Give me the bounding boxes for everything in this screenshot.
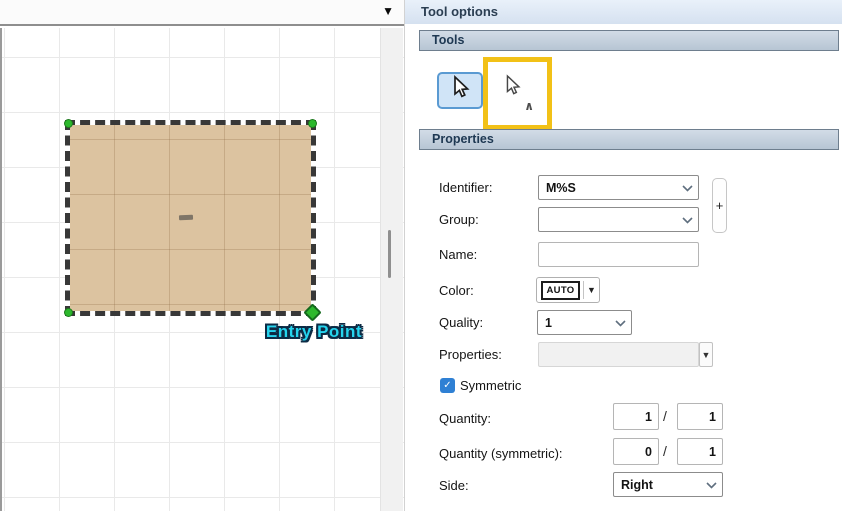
- canvas-toolbar: ▼: [0, 0, 404, 26]
- color-picker-button[interactable]: AUTO ▼: [536, 277, 600, 303]
- add-identifier-button[interactable]: +: [712, 178, 727, 233]
- color-auto-swatch: AUTO: [541, 281, 580, 300]
- chevron-down-icon: [682, 181, 693, 195]
- tutorial-highlight-box: ∧: [483, 57, 552, 130]
- quantity-label: Quantity:: [439, 411, 491, 426]
- color-label: Color:: [439, 283, 474, 298]
- quality-dropdown[interactable]: 1: [537, 310, 632, 335]
- grid-canvas[interactable]: Entry Point: [0, 28, 404, 511]
- chevron-down-icon: [615, 316, 626, 330]
- quantity-symmetric-current-input[interactable]: [613, 438, 659, 465]
- properties-dropdown-button[interactable]: ▼: [699, 342, 713, 367]
- panel-title: Tool options: [405, 0, 842, 24]
- quality-value: 1: [545, 316, 552, 330]
- dropdown-arrow-icon[interactable]: ▼: [382, 4, 394, 18]
- caret-glyph: ∧: [524, 99, 534, 113]
- tools-section-header[interactable]: Tools: [419, 30, 839, 51]
- quantity-separator: /: [663, 408, 667, 424]
- cursor-icon: [449, 75, 471, 106]
- cursor-caret-icon: [502, 74, 522, 103]
- canvas-scrollbar-thumb[interactable]: [388, 230, 391, 278]
- drawing-canvas[interactable]: ▼ Entry Point: [0, 0, 404, 511]
- quantity-symmetric-label: Quantity (symmetric):: [439, 446, 563, 461]
- entry-point-tool-button[interactable]: ∧: [488, 62, 547, 125]
- identifier-dropdown[interactable]: M%S: [538, 175, 699, 200]
- entry-point-label: Entry Point: [248, 322, 380, 342]
- canvas-scrollbar-track[interactable]: [380, 28, 403, 511]
- selection-handle-top-right[interactable]: [308, 119, 317, 128]
- identifier-value: M%S: [546, 181, 576, 195]
- shape-tiny-label: [179, 215, 193, 220]
- selection-handle-top-left[interactable]: [64, 119, 73, 128]
- identifier-label: Identifier:: [439, 180, 492, 195]
- quantity-symmetric-separator: /: [663, 443, 667, 459]
- tool-options-panel: Tool options Tools ∧ Properties Identifi…: [404, 0, 842, 511]
- symmetric-checkbox[interactable]: ✓: [440, 378, 455, 393]
- properties-section-header[interactable]: Properties: [419, 129, 839, 150]
- chevron-down-icon[interactable]: ▼: [587, 285, 596, 295]
- quantity-total-input[interactable]: [677, 403, 723, 430]
- quality-label: Quality:: [439, 315, 483, 330]
- side-label: Side:: [439, 478, 469, 493]
- side-value: Right: [621, 478, 653, 492]
- name-input[interactable]: [538, 242, 699, 267]
- properties-label: Properties:: [439, 347, 502, 362]
- symmetric-label: Symmetric: [460, 378, 521, 393]
- select-tool-button[interactable]: [437, 72, 483, 109]
- group-label: Group:: [439, 212, 479, 227]
- chevron-down-icon: [706, 478, 717, 492]
- name-label: Name:: [439, 247, 477, 262]
- quantity-symmetric-total-input[interactable]: [677, 438, 723, 465]
- selection-handle-bottom-left[interactable]: [64, 308, 73, 317]
- properties-field: [538, 342, 699, 367]
- divider: [583, 281, 584, 299]
- side-dropdown[interactable]: Right: [613, 472, 723, 497]
- chevron-down-icon: [682, 213, 693, 227]
- quantity-current-input[interactable]: [613, 403, 659, 430]
- group-dropdown[interactable]: [538, 207, 699, 232]
